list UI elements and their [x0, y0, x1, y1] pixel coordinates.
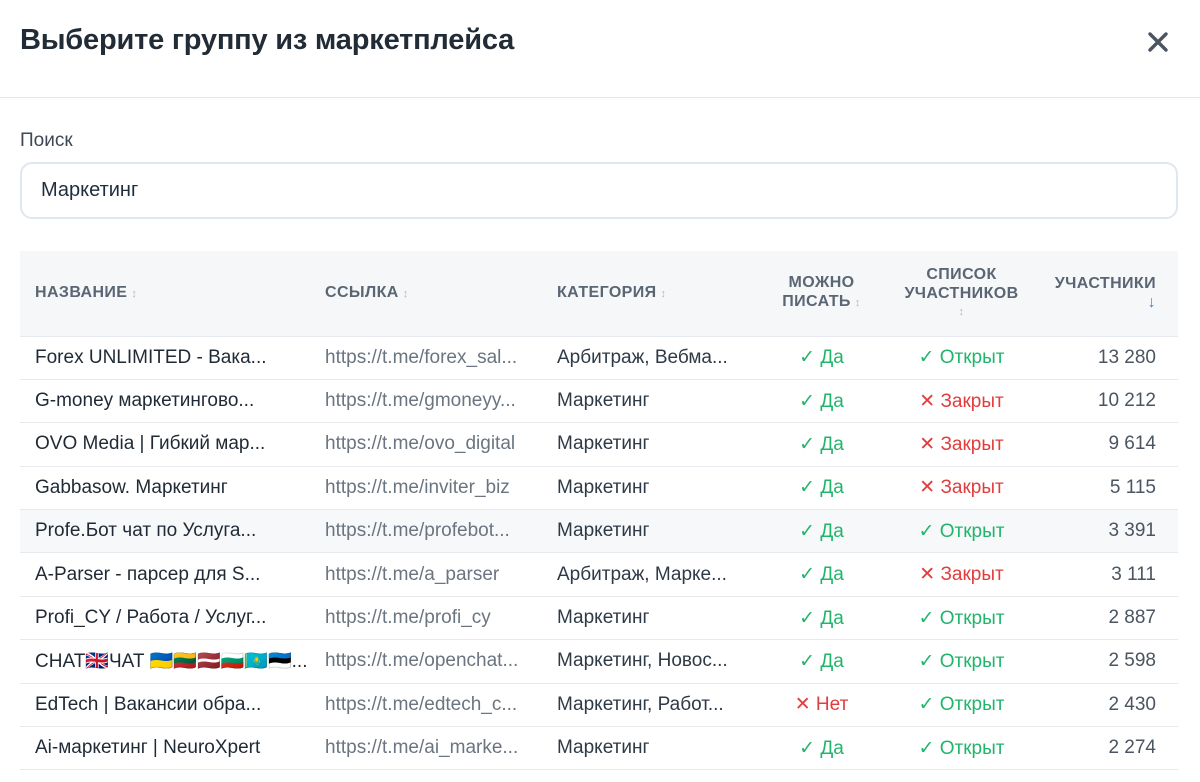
row-link: https://t.me/gmoneyy... — [325, 390, 516, 412]
row-category: Маркетинг — [557, 433, 650, 455]
row-members-list-status: ✓ Открыт — [918, 520, 1005, 542]
search-label: Поиск — [20, 130, 73, 151]
column-header-members-list[interactable]: СПИСОК УЧАСТНИКОВ ↕ — [889, 251, 1034, 336]
table-row[interactable]: EdTech | Вакансии обра... https://t.me/ed… — [20, 683, 1178, 727]
row-category: Маркетинг — [557, 476, 650, 498]
sort-icon: ↕ — [402, 287, 409, 300]
table-row[interactable]: Profi_CY / Работа / Услуг... https://t.me… — [20, 596, 1178, 640]
row-name: CHAT🇬🇧ЧАТ 🇺🇦🇱🇹🇱🇻🇧🇬🇰🇿🇪🇪... — [35, 651, 308, 673]
row-link: https://t.me/openchat... — [325, 650, 519, 672]
row-members-list-status: ✕ Закрыт — [919, 433, 1004, 455]
column-header-category-label: КАТЕГОРИЯ — [557, 283, 657, 301]
row-name: OVO Media | Гибкий мар... — [35, 433, 266, 455]
row-participants-count: 13 280 — [1097, 346, 1156, 368]
row-name: Gabbasow. Маркетинг — [35, 476, 228, 498]
sort-icon: ↕ — [958, 305, 965, 318]
row-participants-count: 2 598 — [1108, 650, 1156, 672]
table-row[interactable]: CHAT🇬🇧ЧАТ 🇺🇦🇱🇹🇱🇻🇧🇬🇰🇿🇪🇪... https://t.me/op… — [20, 640, 1178, 684]
table-row[interactable]: OVO Media | Гибкий мар... https://t.me/ov… — [20, 423, 1178, 467]
row-members-list-status: ✓ Открыт — [918, 607, 1005, 629]
row-participants-count: 2 430 — [1108, 693, 1156, 715]
row-participants-count: 3 111 — [1111, 563, 1156, 585]
row-link: https://t.me/forex_sal... — [325, 346, 518, 368]
row-link: https://t.me/a_parser — [325, 563, 500, 585]
sort-icon: ↕ — [854, 297, 861, 310]
row-category: Маркетинг — [557, 737, 650, 759]
row-members-list-status: ✕ Закрыт — [919, 564, 1004, 586]
row-link: https://t.me/inviter_biz — [325, 476, 510, 498]
row-can-write-status: ✕ Нет — [794, 694, 849, 716]
row-link: https://t.me/profebot... — [325, 520, 510, 542]
row-category: Маркетинг, Работ... — [557, 693, 724, 715]
close-button[interactable] — [1144, 28, 1172, 56]
row-name: A-Parser - парсер для S... — [35, 563, 261, 585]
row-name: Ai-маркетинг | NeuroXpert — [35, 737, 261, 759]
row-can-write-status: ✓ Да — [799, 650, 844, 672]
row-members-list-status: ✓ Открыт — [918, 347, 1005, 369]
close-icon — [1148, 32, 1168, 52]
sort-icon: ↕ — [131, 287, 138, 300]
row-members-list-status: ✓ Открыт — [918, 694, 1005, 716]
row-category: Маркетинг, Новос... — [557, 650, 728, 672]
table-header-row: НАЗВАНИЕ ↕ ССЫЛКА ↕ КАТЕГОРИЯ ↕ МОЖНО ПИСАТ… — [20, 251, 1178, 336]
row-can-write-status: ✓ Да — [799, 737, 844, 759]
column-header-members-list-line1: СПИСОК — [926, 265, 997, 283]
table-row[interactable]: Ai-маркетинг | NeuroXpert https://t.me/ai… — [20, 727, 1178, 770]
row-can-write-status: ✓ Да — [799, 607, 844, 629]
search-input[interactable] — [20, 162, 1178, 219]
row-category: Маркетинг — [557, 520, 650, 542]
dialog-title: Выберите группу из маркетплейса — [20, 24, 515, 56]
row-participants-count: 5 115 — [1109, 476, 1156, 498]
row-can-write-status: ✓ Да — [799, 520, 844, 542]
row-can-write-status: ✓ Да — [799, 564, 844, 586]
column-header-members-list-line2: УЧАСТНИКОВ — [904, 284, 1019, 302]
column-header-link[interactable]: ССЫЛКА ↕ — [310, 251, 542, 336]
column-header-can-write-line1: МОЖНО — [788, 274, 855, 292]
row-participants-count: 2 274 — [1108, 737, 1156, 759]
row-name: G-money маркетингово... — [35, 390, 255, 412]
dialog-header: Выберите группу из маркетплейса — [0, 0, 1200, 98]
row-members-list-status: ✓ Открыт — [918, 737, 1005, 759]
row-can-write-status: ✓ Да — [799, 390, 844, 412]
row-link: https://t.me/ovo_digital — [325, 433, 516, 455]
row-category: Маркетинг — [557, 390, 650, 412]
table-row[interactable]: G-money маркетингово... https://t.me/gmon… — [20, 379, 1178, 423]
row-category: Арбитраж, Вебма... — [557, 346, 728, 368]
column-header-participants[interactable]: УЧАСТНИКИ ↓ — [1034, 251, 1178, 336]
column-header-link-label: ССЫЛКА — [325, 283, 399, 301]
row-link: https://t.me/profi_cy — [325, 607, 491, 629]
sort-icon: ↕ — [660, 287, 667, 300]
row-can-write-status: ✓ Да — [799, 477, 844, 499]
column-header-can-write-line2: ПИСАТЬ — [782, 293, 851, 311]
row-link: https://t.me/ai_marke... — [325, 737, 519, 759]
groups-table: НАЗВАНИЕ ↕ ССЫЛКА ↕ КАТЕГОРИЯ ↕ МОЖНО ПИСАТ… — [20, 251, 1178, 770]
table-row[interactable]: Forex UNLIMITED - Вака... https://t.me/fo… — [20, 336, 1178, 380]
row-can-write-status: ✓ Да — [799, 433, 844, 455]
row-category: Арбитраж, Марке... — [557, 563, 727, 585]
column-header-name[interactable]: НАЗВАНИЕ ↕ — [20, 251, 310, 336]
column-header-can-write[interactable]: МОЖНО ПИСАТЬ ↕ — [754, 251, 889, 336]
column-header-name-label: НАЗВАНИЕ — [35, 283, 128, 301]
row-name: Forex UNLIMITED - Вака... — [35, 346, 267, 368]
column-header-participants-label: УЧАСТНИКИ — [1054, 275, 1156, 293]
table-row[interactable]: Profe.Бот чат по Услуга... https://t.me/p… — [20, 509, 1178, 553]
row-name: EdTech | Вакансии обра... — [35, 693, 262, 715]
row-participants-count: 3 391 — [1108, 520, 1156, 542]
row-members-list-status: ✕ Закрыт — [919, 477, 1004, 499]
table-row[interactable]: Gabbasow. Маркетинг https://t.me/inviter_… — [20, 466, 1178, 510]
row-participants-count: 2 887 — [1108, 607, 1156, 629]
row-can-write-status: ✓ Да — [799, 347, 844, 369]
table-row[interactable]: A-Parser - парсер для S... https://t.me/a… — [20, 553, 1178, 597]
row-link: https://t.me/edtech_c... — [325, 693, 518, 715]
row-category: Маркетинг — [557, 607, 650, 629]
row-name: Profe.Бот чат по Услуга... — [35, 520, 257, 542]
row-members-list-status: ✕ Закрыт — [919, 390, 1004, 412]
row-participants-count: 10 212 — [1097, 390, 1156, 412]
sort-descending-icon: ↓ — [1147, 294, 1156, 312]
column-header-category[interactable]: КАТЕГОРИЯ ↕ — [542, 251, 754, 336]
row-members-list-status: ✓ Открыт — [918, 650, 1005, 672]
row-participants-count: 9 614 — [1108, 433, 1156, 455]
row-name: Profi_CY / Работа / Услуг... — [35, 607, 267, 629]
